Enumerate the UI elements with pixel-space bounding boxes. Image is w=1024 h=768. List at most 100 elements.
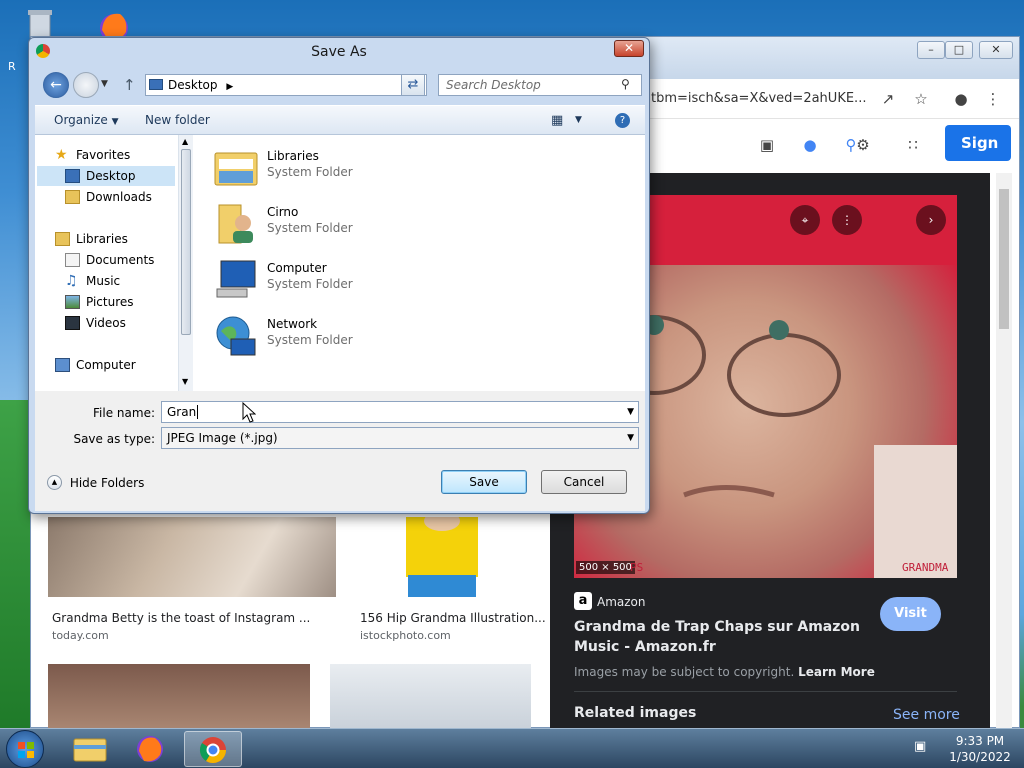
nav-pane-scrollbar[interactable]: ▲ ▼ [178,135,193,391]
more-options-icon[interactable]: ⋮ [832,205,862,235]
taskbar-firefox[interactable] [122,731,178,767]
navigation-pane: ★ Favorites Desktop Downloads Libraries … [35,135,193,391]
source-name[interactable]: Amazon [597,595,646,609]
image-caption-right: GRANDMA [902,561,949,574]
refresh-button[interactable]: ⇄ [401,74,425,96]
learn-more-link[interactable]: Learn More [798,665,875,679]
nav-downloads[interactable]: Downloads [35,187,175,207]
page-scrollbar[interactable] [996,173,1012,728]
file-type: System Folder [267,333,353,347]
start-button[interactable] [6,730,44,768]
file-name: Network [267,317,318,331]
clock-time: 9:33 PM [955,734,1005,748]
taskbar-chrome[interactable] [184,731,242,767]
camera-search-icon[interactable]: ▣ [757,135,777,155]
computer-icon [213,257,259,301]
nav-desktop[interactable]: Desktop [37,166,175,186]
copyright-text: Images may be subject to copyright. Lear… [574,665,875,679]
result-thumbnail[interactable] [48,664,310,729]
next-image-icon[interactable]: › [916,205,946,235]
breadcrumb-desktop[interactable]: Desktop [168,78,218,92]
file-type: System Folder [267,221,353,235]
search-desktop-input[interactable]: Search Desktop [438,74,642,96]
file-name-dropdown-icon[interactable]: ▼ [627,402,634,422]
nav-favorites-label: Favorites [76,148,131,162]
image-size-badge: 500 × 500 [576,561,635,574]
amazon-logo-icon: a [574,592,592,610]
scroll-up-icon[interactable]: ▲ [182,137,188,146]
profile-icon[interactable]: ● [951,89,971,109]
see-more-link[interactable]: See more [893,707,960,723]
network-globe-icon [213,313,259,357]
downloads-folder-icon [65,190,80,204]
nav-favorites[interactable]: ★ Favorites [35,145,175,165]
settings-gear-icon[interactable]: ⚙ [853,135,873,155]
nav-pictures[interactable]: Pictures [35,292,175,312]
file-name-input[interactable]: Gran ▼ [161,401,639,423]
save-as-type-value: JPEG Image (*.jpg) [167,431,278,445]
location-breadcrumb[interactable]: Desktop ▶ ▼ [145,74,427,96]
desktop-icon [65,169,80,183]
result-title[interactable]: 156 Hip Grandma Illustration... [360,611,546,625]
up-one-level-icon[interactable]: ↑ [123,76,136,94]
save-as-type-select[interactable]: JPEG Image (*.jpg) ▼ [161,427,639,449]
nav-documents[interactable]: Documents [35,250,175,270]
maximize-button[interactable]: □ [945,41,973,59]
save-as-type-dropdown-icon[interactable]: ▼ [627,428,634,448]
save-as-type-label: Save as type: [73,432,155,446]
recent-locations-dropdown-icon[interactable]: ▼ [101,79,108,89]
close-dialog-button[interactable]: ✕ [614,40,644,57]
nav-videos[interactable]: Videos [35,313,175,333]
nav-computer[interactable]: Computer [35,355,175,375]
result-thumbnail-grandma-betty[interactable] [48,517,336,597]
sign-in-button[interactable]: Sign in [945,125,1011,188]
image-caption-left: PS [630,561,644,574]
result-thumbnail-illustration[interactable] [356,517,531,597]
nav-libraries[interactable]: Libraries [35,229,175,249]
share-icon[interactable]: ↗ [878,89,898,109]
nav-scroll-thumb[interactable] [181,149,191,335]
nav-computer-label: Computer [76,358,136,372]
nav-music[interactable]: ♫ Music [35,271,175,291]
taskbar-explorer[interactable] [62,731,118,767]
result-title[interactable]: Grandma Betty is the toast of Instagram … [52,611,310,625]
view-dropdown-icon[interactable]: ▼ [575,115,582,125]
file-list-pane: Libraries System Folder Cirno System Fol… [193,135,645,391]
view-options-icon[interactable]: ▦ [551,113,563,128]
videos-icon [65,316,80,330]
new-folder-button[interactable]: New folder [145,113,210,127]
organize-label: Organize [54,113,108,127]
back-button[interactable]: ← [43,72,69,98]
file-item-network[interactable]: Network System Folder [213,311,513,361]
nav-libraries-label: Libraries [76,232,128,246]
bookmark-star-icon[interactable]: ☆ [911,89,931,109]
result-thumbnail[interactable] [330,664,531,729]
save-button[interactable]: Save [441,470,527,494]
visit-button[interactable]: Visit [880,597,941,631]
help-icon[interactable]: ? [615,113,630,128]
chrome-menu-icon[interactable]: ⋮ [983,89,1003,109]
address-url[interactable]: tbm=isch&sa=X&ved=2ahUKE... [651,91,866,106]
chrome-icon [199,737,227,764]
forward-button[interactable] [73,72,99,98]
apps-grid-icon[interactable]: ∷ [903,135,923,155]
breadcrumb-chevron-icon[interactable]: ▶ [226,82,233,92]
file-item-libraries[interactable]: Libraries System Folder [213,143,513,193]
minimize-button[interactable]: – [917,41,945,59]
file-item-computer[interactable]: Computer System Folder [213,255,513,305]
scroll-down-icon[interactable]: ▼ [182,377,188,386]
search-icon: ⚲ [621,77,630,91]
scrollbar-thumb[interactable] [999,189,1009,329]
close-browser-button[interactable]: ✕ [979,41,1013,59]
lens-icon[interactable]: ⌖ [790,205,820,235]
system-clock[interactable]: 9:33 PM 1/30/2022 [940,733,1020,765]
network-tray-icon[interactable]: ▣ [914,739,926,754]
cancel-button[interactable]: Cancel [541,470,627,494]
voice-search-icon[interactable]: ● [800,135,820,155]
file-type: System Folder [267,165,353,179]
image-title[interactable]: Grandma de Trap Chaps sur Amazon Music -… [574,617,874,657]
hide-folders-toggle[interactable]: ▲ Hide Folders [47,475,144,490]
nav-desktop-label: Desktop [86,169,136,183]
file-item-cirno[interactable]: Cirno System Folder [213,199,513,249]
organize-button[interactable]: Organize ▼ [54,113,119,127]
